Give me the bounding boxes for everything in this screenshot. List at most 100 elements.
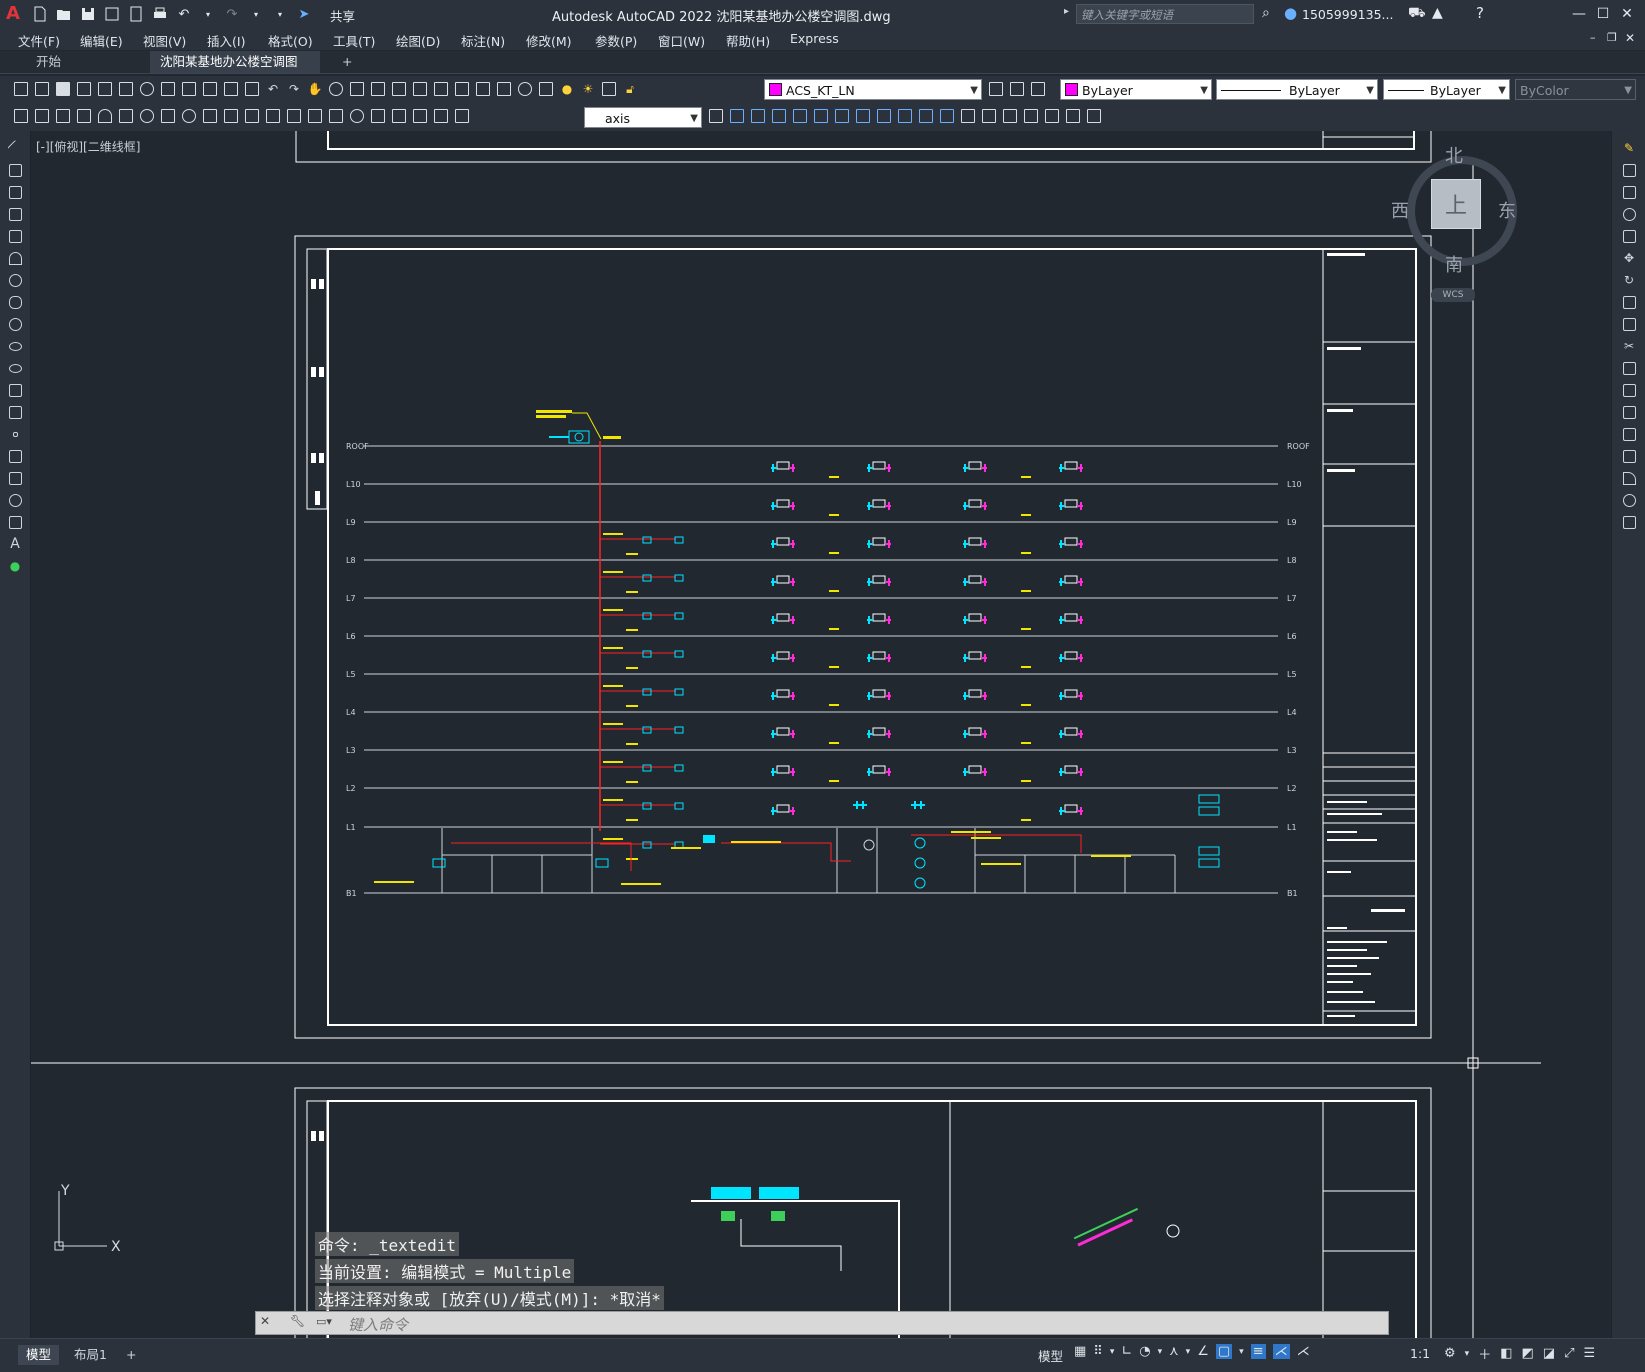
angular-dim-icon[interactable] [201,107,219,125]
customization-menu-icon[interactable]: ☰ [1584,1346,1596,1361]
dim-update-icon[interactable] [453,107,471,125]
stretch-icon[interactable] [1620,315,1638,333]
clean-screen-icon[interactable]: ⤢ [1564,1346,1574,1361]
annotation-scale[interactable]: 1:1 [1410,1346,1430,1361]
menu-insert[interactable]: 插入(I) [207,31,245,50]
share-label[interactable]: 共享 [330,6,355,25]
circle-icon[interactable] [6,271,24,289]
menu-modify[interactable]: 修改(M) [526,31,572,50]
zoom-previous-icon[interactable] [369,80,387,98]
isolate-objects-icon[interactable]: ◧ [1500,1346,1512,1361]
undo-icon[interactable]: ↶ [264,80,282,98]
linear-dim-icon[interactable] [54,107,72,125]
tolerance-icon[interactable] [327,107,345,125]
mtext-icon[interactable]: A [6,535,24,553]
snap-dropdown-icon[interactable]: ▾ [1110,1347,1115,1357]
iso-dropdown-icon[interactable]: ▾ [1186,1347,1191,1357]
minimize-icon[interactable]: — [1568,4,1590,24]
tab-drawing[interactable]: 沈阳某基地办公楼空调图*✕ [150,51,320,91]
undo-icon[interactable]: ↶ [174,4,194,24]
point-icon[interactable] [6,425,24,443]
tab-model[interactable]: 模型 [18,1345,60,1365]
slice-icon[interactable] [1064,107,1082,125]
search-input[interactable]: 键入关键字或短语 [1076,4,1254,24]
workspace-switch-icon[interactable]: ⚙ [1444,1346,1456,1361]
3d-print-icon[interactable] [138,80,156,98]
customize-qat-icon[interactable]: ▾ [270,4,290,24]
dim-break-icon[interactable] [306,107,324,125]
erase-icon[interactable]: ✎ [1620,139,1638,157]
command-input[interactable] [255,1311,1389,1335]
rectangle-icon[interactable] [6,227,24,245]
spline-icon[interactable] [6,315,24,333]
maximize-icon[interactable]: ☐ [1592,4,1614,24]
osnap-dropdown-icon[interactable]: ▾ [1239,1347,1244,1357]
array-icon[interactable] [1620,227,1638,245]
center-mark-icon[interactable] [348,107,366,125]
lineweight-dropdown[interactable]: ByLayer ▼ [1383,79,1510,100]
viewcube-east[interactable]: 东 [1498,197,1516,223]
polygon-icon[interactable] [6,205,24,223]
dim-edit-icon[interactable] [411,107,429,125]
doc-minimize-icon[interactable]: – [1590,31,1596,44]
redo-icon[interactable]: ↷ [222,4,242,24]
add-layout-button[interactable]: + [118,1345,144,1365]
linetype-dropdown[interactable]: ByLayer ▼ [1216,79,1378,100]
region-icon[interactable] [6,491,24,509]
close-icon[interactable]: ✕ [1616,4,1638,24]
new-file-icon[interactable] [30,4,50,24]
annotation-visibility-icon[interactable]: ⋌ [1272,1344,1290,1359]
redo-dropdown-icon[interactable]: ▾ [246,4,266,24]
dim-space-icon[interactable] [285,107,303,125]
save-as-icon[interactable] [102,4,122,24]
break-at-point-icon[interactable] [1620,381,1638,399]
menu-help[interactable]: 帮助(H) [726,31,770,50]
baseline-dim-icon[interactable] [243,107,261,125]
snap-icon[interactable]: ⠿ [1093,1344,1103,1359]
grid-icon[interactable]: ▦ [1074,1344,1086,1359]
object-snap-tracking-icon[interactable]: ∠ [1197,1344,1209,1359]
doc-close-icon[interactable]: ✕ [1625,31,1635,45]
tool-palettes-icon[interactable] [432,80,450,98]
break-icon[interactable] [1620,403,1638,421]
viewcube-west[interactable]: 西 [1391,197,1409,223]
cut-icon[interactable] [159,80,177,98]
copy-faces-icon[interactable] [917,107,935,125]
section-icon[interactable] [1085,107,1103,125]
layer-states-icon[interactable] [1029,80,1047,98]
plot-preview-icon[interactable] [96,80,114,98]
properties-icon[interactable] [390,80,408,98]
plot-icon[interactable] [75,80,93,98]
autocad-logo-icon[interactable]: A [6,3,28,25]
open-file-icon[interactable] [54,4,74,24]
pan-icon[interactable]: ✋ [306,80,324,98]
polar-icon[interactable]: ◔ [1139,1344,1150,1359]
layer-dropdown[interactable]: ACS_KT_LN ▼ [764,79,982,100]
plus-icon[interactable]: ＋ [1478,1344,1491,1363]
doc-restore-icon[interactable]: ❐ [1607,31,1617,44]
menu-dimension[interactable]: 标注(N) [461,31,505,50]
isodraft-icon[interactable]: ⋏ [1169,1344,1179,1359]
menu-parametric[interactable]: 参数(P) [595,31,637,50]
quick-dim-icon[interactable] [222,107,240,125]
ortho-icon[interactable]: ∟ [1121,1344,1132,1359]
add-selected-icon[interactable]: ● [6,557,24,575]
clean-icon[interactable] [980,107,998,125]
intersect-icon[interactable] [770,107,788,125]
workspace-icon[interactable] [12,107,30,125]
copy-object-icon[interactable] [1620,161,1638,179]
help-icon[interactable] [516,80,534,98]
explode-icon[interactable] [1620,513,1638,531]
layer-properties-icon[interactable] [537,80,555,98]
paste-icon[interactable] [201,80,219,98]
command-close-icon[interactable]: ✕ [260,1314,270,1328]
model-space-toggle[interactable]: 模型 [1038,1346,1063,1365]
sheet-set-icon[interactable] [453,80,471,98]
separate-icon[interactable] [1001,107,1019,125]
autodesk-app-icon[interactable]: ▲ [1432,5,1443,21]
union-icon[interactable] [728,107,746,125]
layer-vp-icon[interactable] [600,80,618,98]
offset-icon[interactable] [1620,205,1638,223]
menu-view[interactable]: 视图(V) [143,31,186,50]
imprint-icon[interactable] [959,107,977,125]
